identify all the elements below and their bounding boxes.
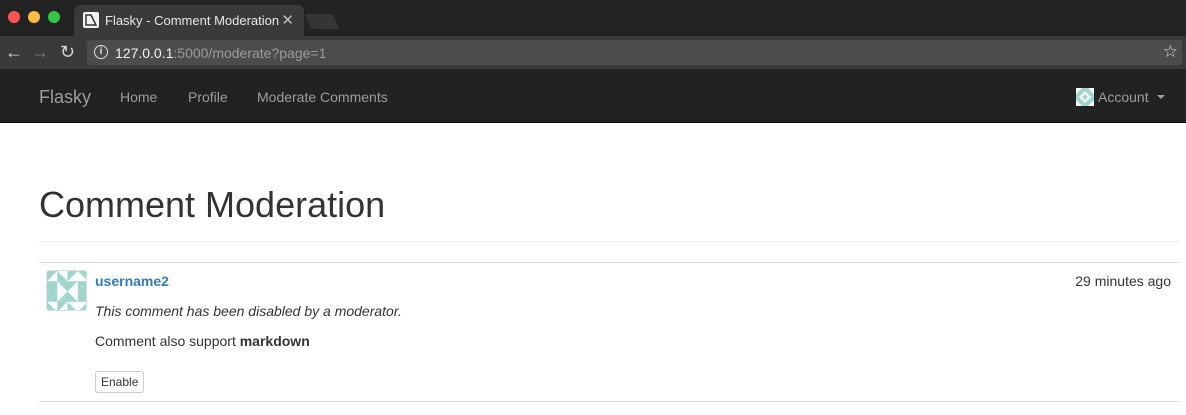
browser-toolbar: ← → ↻ i 127.0.0.1:5000/moderate?page=1 ☆	[0, 36, 1186, 69]
comment-body-bold: markdown	[239, 333, 310, 349]
url-host: 127.0.0.1	[115, 45, 174, 61]
navbar-brand[interactable]: Flasky	[39, 87, 91, 108]
comment-author-link[interactable]: username2	[95, 273, 169, 289]
identicon-icon	[47, 271, 86, 310]
window-minimize-button[interactable]	[28, 11, 40, 23]
url-text[interactable]: 127.0.0.1:5000/moderate?page=1	[115, 45, 326, 61]
enable-comment-button[interactable]: Enable	[95, 371, 145, 393]
flask-favicon-icon	[83, 12, 99, 28]
header-divider	[39, 241, 1179, 242]
comment-body: Comment also support markdown	[95, 333, 310, 349]
nav-link-moderate-comments[interactable]: Moderate Comments	[257, 89, 388, 105]
reload-icon[interactable]: ↻	[60, 41, 75, 63]
browser-tab[interactable]: Flasky - Comment Moderation ✕	[74, 5, 304, 36]
window-maximize-button[interactable]	[48, 11, 60, 23]
site-info-icon[interactable]: i	[94, 45, 108, 59]
window-close-button[interactable]	[8, 11, 20, 23]
forward-arrow-icon[interactable]: →	[31, 41, 49, 63]
comment-timestamp: 29 minutes ago	[1075, 273, 1171, 289]
url-path: :5000/moderate?page=1	[173, 45, 327, 61]
comment-disabled-notice: This comment has been disabled by a mode…	[95, 303, 402, 319]
comment-avatar[interactable]	[46, 270, 87, 311]
new-tab-button[interactable]	[304, 14, 340, 29]
back-arrow-icon[interactable]: ←	[5, 41, 23, 63]
nav-link-profile[interactable]: Profile	[188, 89, 228, 105]
tab-close-icon[interactable]: ✕	[281, 11, 294, 29]
site-navbar: Flasky Home Profile Moderate Comments Ac…	[0, 69, 1186, 123]
tab-title: Flasky - Comment Moderation	[105, 13, 280, 28]
address-bar[interactable]: i 127.0.0.1:5000/moderate?page=1 ☆	[87, 40, 1182, 65]
account-avatar-icon	[1076, 88, 1094, 106]
nav-link-home[interactable]: Home	[120, 89, 157, 105]
browser-tabstrip: Flasky - Comment Moderation ✕	[0, 0, 1186, 36]
account-label: Account	[1098, 89, 1149, 105]
page-title: Comment Moderation	[39, 184, 386, 225]
comments-top-divider	[39, 262, 1179, 263]
comment-body-text: Comment also support	[95, 333, 240, 349]
comments-bottom-divider	[39, 401, 1179, 402]
caret-down-icon	[1157, 95, 1165, 99]
bookmark-star-icon[interactable]: ☆	[1163, 42, 1178, 62]
